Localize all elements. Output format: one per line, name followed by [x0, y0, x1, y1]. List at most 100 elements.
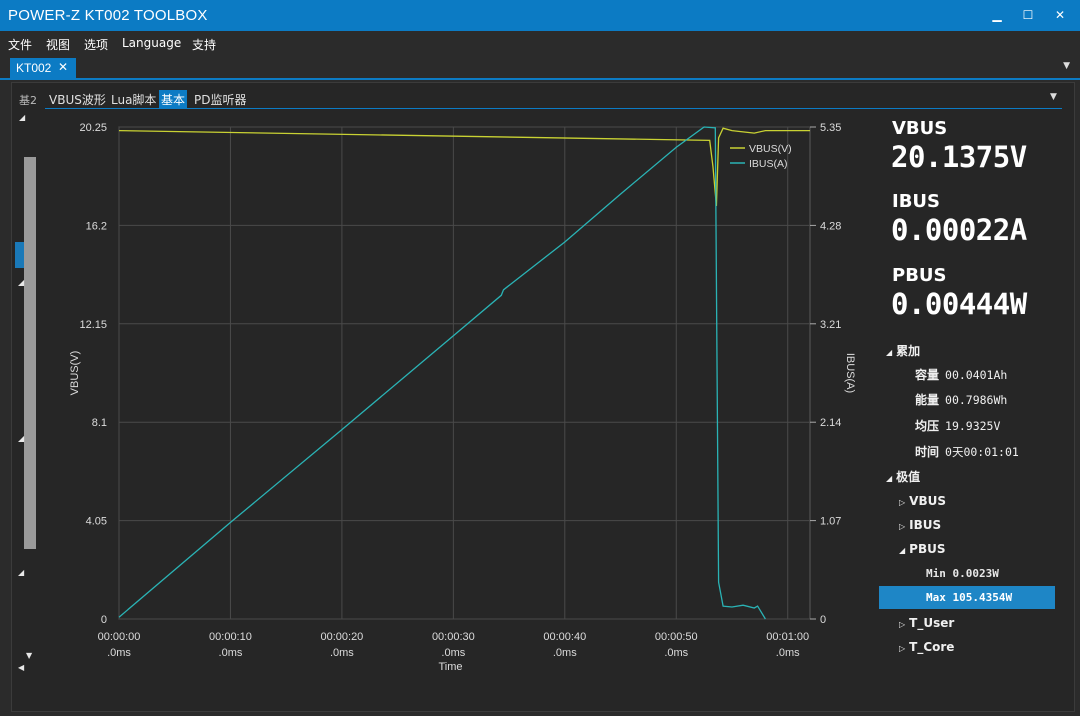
document-tab-kt002[interactable]: KT002 ✕	[10, 58, 76, 78]
scroll-left-icon[interactable]: ◀	[18, 663, 24, 672]
scroll-down-icon[interactable]: ▼	[26, 651, 32, 660]
collapsed-arrow-icon: ▷	[899, 498, 906, 507]
legend-entry: IBUS(A)	[749, 158, 788, 170]
close-icon[interactable]: ✕	[1048, 5, 1072, 25]
collapse-arrow-icon[interactable]: ◢	[18, 434, 24, 443]
collapse-arrow-icon[interactable]: ◢	[18, 568, 24, 577]
ibus-value: 0.00022A	[891, 213, 1027, 247]
menu-file[interactable]: 文件	[8, 36, 32, 53]
expanded-arrow-icon: ◢	[886, 474, 893, 483]
minimize-icon[interactable]: ▁	[985, 5, 1009, 25]
vbus-label: VBUS	[892, 118, 948, 139]
title-bar: POWER-Z KT002 TOOLBOX ▁ ☐ ✕	[0, 0, 1080, 31]
left-tick-label: 12.15	[79, 319, 107, 331]
x-tick-label: .0ms	[441, 647, 465, 659]
accum-row-capacity: 容量 00.0401Ah	[915, 366, 1007, 383]
accum-row-avg-voltage: 均压 19.9325V	[915, 417, 1000, 434]
node-label: VBUS	[909, 494, 946, 508]
close-tab-icon[interactable]: ✕	[58, 60, 68, 74]
expanded-arrow-icon: ◢	[899, 546, 906, 555]
x-axis-label: Time	[438, 661, 462, 673]
waveform-chart: 0 0 4.05 1.07 8.1 2.14 12.15 3.21 16.2 4.28 20.25 5…	[69, 122, 856, 673]
right-tick-label: 5.35	[820, 122, 841, 134]
x-tick-label: 00:01:00	[766, 631, 809, 643]
extremes-group-header[interactable]: ◢ 极值	[886, 468, 920, 485]
pbus-label: PBUS	[892, 265, 947, 286]
left-tick-label: 8.1	[92, 417, 107, 429]
left-tab-basic[interactable]: 基2	[19, 92, 37, 108]
x-tick-label: 00:00:10	[209, 631, 252, 643]
right-tick-label: 0	[820, 614, 826, 626]
collapse-arrow-icon[interactable]: ◢	[18, 278, 24, 287]
document-tab-label: KT002	[16, 61, 52, 75]
x-tick-label: 00:00:40	[543, 631, 586, 643]
row-key: 均压	[915, 419, 940, 433]
x-tick-label: .0ms	[664, 647, 688, 659]
pbus-value: 0.00444W	[891, 287, 1027, 321]
row-key: 能量	[915, 393, 940, 407]
menu-view[interactable]: 视图	[46, 36, 70, 53]
x-tick-label: .0ms	[776, 647, 800, 659]
extremes-node-t-user[interactable]: ▷ T_User	[899, 616, 954, 630]
row-key: 时间	[915, 445, 940, 459]
accum-row-time: 时间 0天00:01:01	[915, 443, 1019, 460]
left-scrollbar[interactable]	[24, 157, 36, 549]
tab-list-dropdown-icon[interactable]: ▼	[1063, 61, 1070, 71]
tab-basic[interactable]: 基本	[159, 90, 188, 109]
left-tick-label: 20.25	[79, 122, 107, 134]
plot-area	[118, 126, 811, 620]
tab-vbus-waveform[interactable]: VBUS波形	[47, 90, 108, 109]
tab-lua-script[interactable]: Lua脚本	[109, 90, 158, 109]
maximize-icon[interactable]: ☐	[1016, 5, 1040, 25]
x-tick-label: 00:00:00	[98, 631, 141, 643]
x-tick-label: 00:00:30	[432, 631, 475, 643]
extremes-node-pbus[interactable]: ◢ PBUS	[899, 542, 945, 556]
right-tick-label: 2.14	[820, 417, 841, 429]
extremes-node-t-core[interactable]: ▷ T_Core	[899, 640, 954, 654]
node-label: PBUS	[909, 542, 946, 556]
sub-tab-bar: VBUS波形 Lua脚本 基本 PD监听器	[45, 88, 1065, 109]
left-tick-label: 0	[101, 614, 107, 626]
readout-panel: VBUS 20.1375V IBUS 0.00022A PBUS 0.00444…	[879, 109, 1059, 695]
menu-options[interactable]: 选项	[84, 36, 108, 53]
document-tab-bar: KT002 ✕ ▼	[0, 56, 1080, 80]
row-key: 容量	[915, 368, 940, 382]
subtab-dropdown-icon[interactable]: ▼	[1050, 92, 1057, 102]
node-label: T_Core	[909, 640, 955, 654]
menu-support[interactable]: 支持	[192, 36, 216, 53]
y-axis-label-left: VBUS(V)	[69, 351, 81, 396]
node-label: T_User	[909, 616, 955, 630]
pbus-max-row[interactable]: Max 105.4354W	[926, 591, 1012, 604]
x-tick-label: .0ms	[219, 647, 243, 659]
accum-group-label: 累加	[896, 344, 921, 358]
menu-bar: 文件 视图 选项 Language 支持	[0, 31, 1080, 55]
app-title: POWER-Z KT002 TOOLBOX	[8, 7, 208, 24]
ibus-label: IBUS	[892, 191, 940, 212]
expanded-arrow-icon: ◢	[886, 348, 893, 357]
collapsed-arrow-icon: ▷	[899, 522, 906, 531]
pbus-min-row[interactable]: Min 0.0023W	[926, 567, 999, 580]
accum-row-energy: 能量 00.7986Wh	[915, 391, 1007, 408]
x-tick-label: .0ms	[553, 647, 577, 659]
extremes-node-ibus[interactable]: ▷ IBUS	[899, 518, 941, 532]
y-axis-label-right: IBUS(A)	[844, 353, 856, 393]
extremes-node-vbus[interactable]: ▷ VBUS	[899, 494, 946, 508]
menu-language[interactable]: Language	[122, 36, 181, 50]
left-tick-label: 4.05	[86, 516, 107, 528]
row-value: 00.0401Ah	[945, 368, 1008, 382]
scroll-up-icon[interactable]: ◢	[19, 113, 25, 122]
x-tick-label: .0ms	[330, 647, 354, 659]
collapsed-arrow-icon: ▷	[899, 620, 906, 629]
right-tick-label: 4.28	[820, 220, 841, 232]
legend-entry: VBUS(V)	[749, 143, 792, 155]
row-value: 19.9325V	[945, 419, 1001, 433]
tab-pd-listener[interactable]: PD监听器	[192, 90, 248, 109]
accum-group-header[interactable]: ◢ 累加	[886, 342, 920, 359]
collapsed-arrow-icon: ▷	[899, 644, 906, 653]
x-tick-label: 00:00:50	[655, 631, 698, 643]
left-panel-marker	[15, 242, 24, 268]
right-tick-label: 1.07	[820, 516, 841, 528]
node-label: IBUS	[909, 518, 942, 532]
vbus-value: 20.1375V	[891, 140, 1027, 174]
right-tick-label: 3.21	[820, 319, 841, 331]
